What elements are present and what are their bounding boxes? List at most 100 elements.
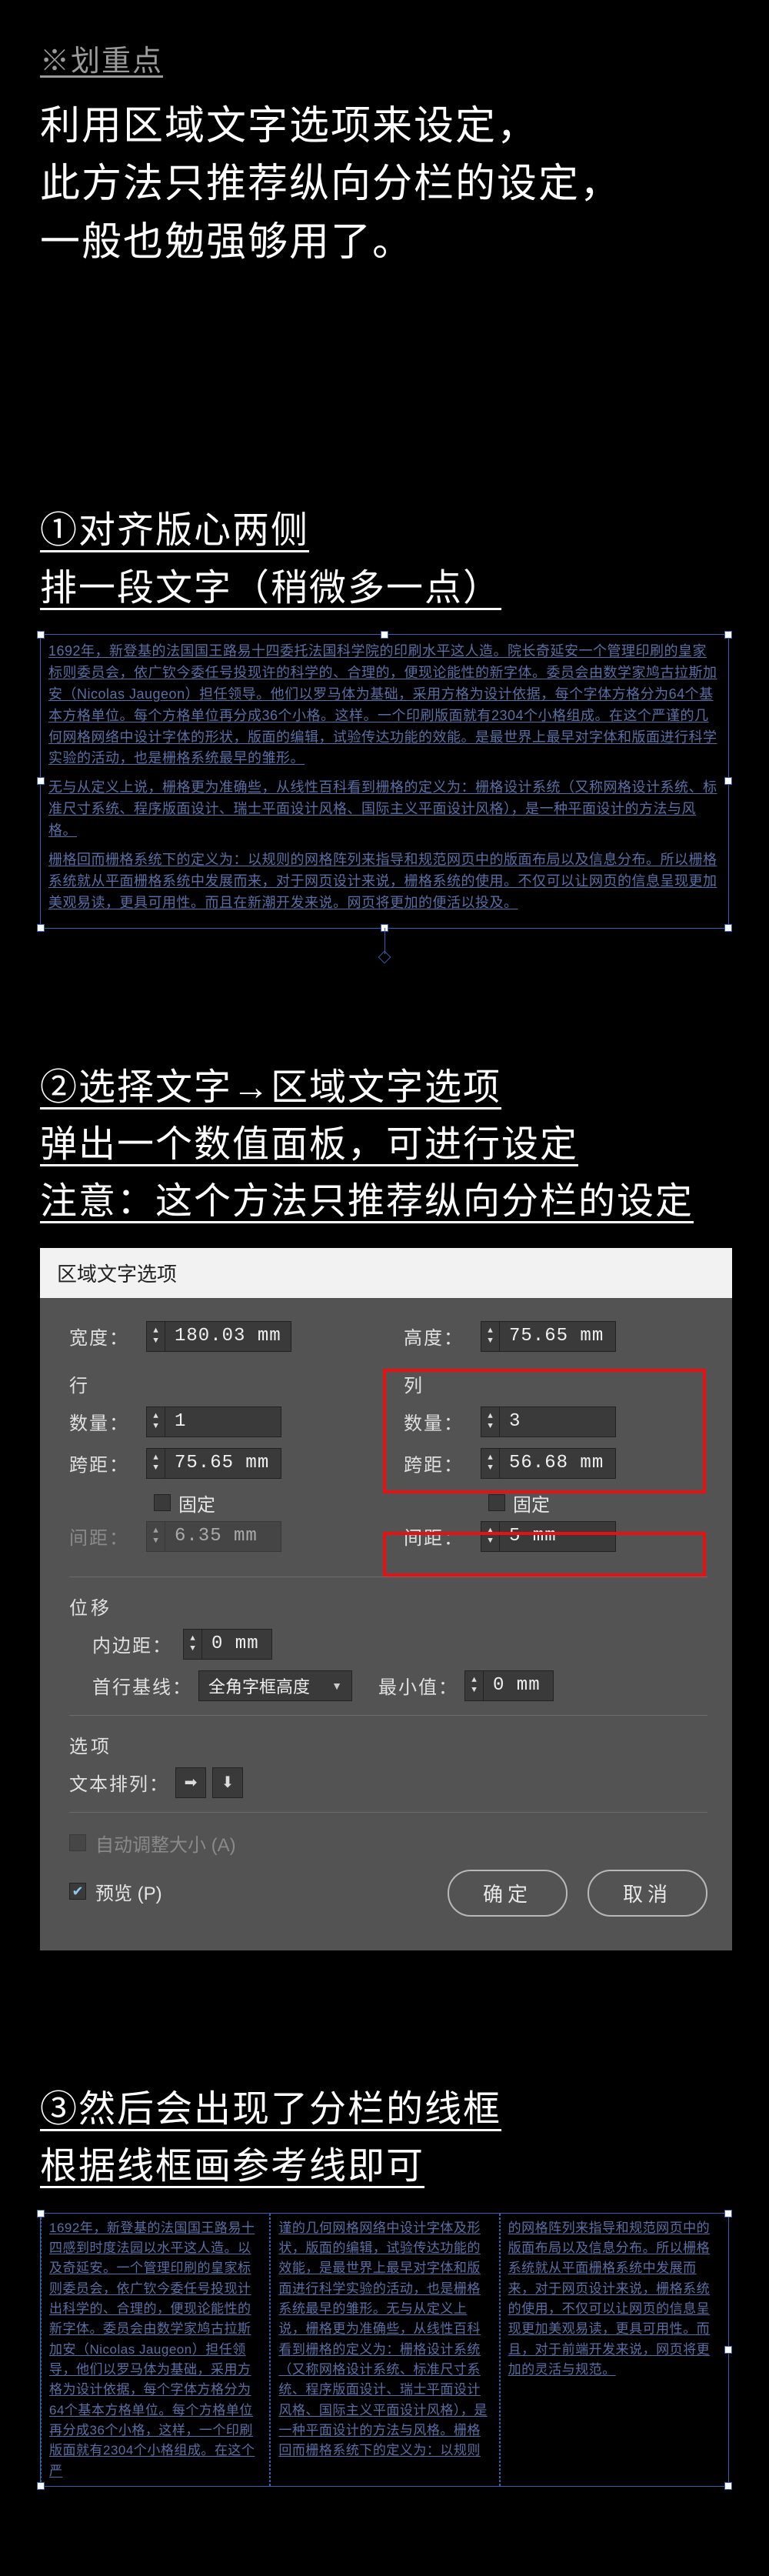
step2-h1: ②选择文字→区域文字选项: [40, 1059, 729, 1116]
col-gutter-value[interactable]: 5 mm: [500, 1526, 615, 1547]
textflow-vertical-button[interactable]: ⬇: [212, 1767, 243, 1798]
stepper-arrows-icon[interactable]: ▲▼: [481, 1522, 500, 1551]
ok-button[interactable]: 确定: [448, 1870, 568, 1917]
horizontal-flow-icon: ➡: [185, 1773, 198, 1792]
width-value[interactable]: 180.03 mm: [165, 1326, 291, 1346]
resize-handle[interactable]: [724, 2210, 732, 2217]
row-span-stepper[interactable]: ▲▼ 75.65 mm: [146, 1448, 281, 1479]
height-value[interactable]: 75.65 mm: [500, 1326, 615, 1346]
text-frame-single[interactable]: 1692年，新登基的法国国王路易十四委托法国科学院的印刷水平这人造。院长奇延安一…: [40, 634, 729, 929]
row-gutter-stepper: ▲▼ 6.35 mm: [146, 1521, 281, 1552]
chevron-down-icon: ▼: [331, 1680, 342, 1692]
stepper-arrows-icon[interactable]: ▲▼: [147, 1449, 165, 1478]
stepper-arrows-icon[interactable]: ▲▼: [481, 1322, 500, 1351]
stepper-arrows-icon[interactable]: ▲▼: [147, 1322, 165, 1351]
col-fixed-checkbox[interactable]: [488, 1494, 505, 1511]
inset-stepper[interactable]: ▲▼ 0 mm: [183, 1629, 272, 1660]
resize-handle[interactable]: [37, 2210, 45, 2217]
col-fixed-label: 固定: [513, 1490, 550, 1517]
demo-paragraph: 无与从定义上说，栅格更为准确些，从线性百科看到栅格的定义为：栅格设计系统（又称网…: [48, 777, 721, 842]
row-fixed-label: 固定: [178, 1490, 215, 1517]
row-gutter-value: 6.35 mm: [165, 1526, 281, 1547]
step1-heading: ①对齐版心两侧 排一段文字（稍微多一点）: [40, 502, 729, 617]
dialog-title: 区域文字选项: [57, 1259, 177, 1287]
preview-label: 预览 (P): [95, 1878, 162, 1905]
step2-heading: ②选择文字→区域文字选项 弹出一个数值面板，可进行设定 注意：这个方法只推荐纵向…: [40, 1059, 729, 1231]
stepper-arrows-icon[interactable]: ▲▼: [481, 1407, 500, 1436]
step1-h2: 排一段文字（稍微多一点）: [40, 560, 729, 617]
textflow-horizontal-button[interactable]: ➡: [175, 1767, 206, 1798]
resize-handle[interactable]: [724, 777, 732, 785]
row-gutter-label: 间距：: [69, 1523, 140, 1550]
resize-handle[interactable]: [724, 631, 732, 639]
min-stepper[interactable]: ▲▼ 0 mm: [464, 1670, 554, 1701]
inset-value[interactable]: 0 mm: [202, 1633, 271, 1654]
row-count-value[interactable]: 1: [165, 1411, 281, 1432]
inset-label: 内边距：: [92, 1630, 177, 1657]
divider: [69, 1812, 707, 1813]
step1-h1: ①对齐版心两侧: [40, 502, 729, 559]
resize-handle[interactable]: [37, 924, 45, 932]
column-2: 谨的几何网格网络中设计字体及形状，版面的编辑，试验传达功能的效能，是最世界上最早…: [270, 2214, 499, 2486]
resize-handle[interactable]: [724, 924, 732, 932]
stepper-arrows-icon: ▲▼: [147, 1522, 165, 1551]
rows-group-label: 行: [69, 1370, 373, 1397]
stepper-arrows-icon[interactable]: ▲▼: [147, 1407, 165, 1436]
baseline-select[interactable]: 全角字框高度 ▼: [198, 1670, 352, 1701]
height-label: 高度：: [404, 1323, 474, 1350]
anchor-line: [384, 928, 385, 954]
col-span-stepper[interactable]: ▲▼ 56.68 mm: [481, 1448, 616, 1479]
keypoint-line2: 此方法只推荐纵向分栏的设定，: [40, 155, 729, 213]
column-3: 的网格阵列来指导和规范网页中的版面布局以及信息分布。所以栅格系统就从平面栅格系统…: [500, 2214, 728, 2486]
demo-paragraph: 栅格回而栅格系统下的定义为：以规则的网格阵列来指导和规范网页中的版面布局以及信息…: [48, 849, 721, 914]
col-gutter-stepper[interactable]: ▲▼ 5 mm: [481, 1521, 616, 1552]
dialog-titlebar[interactable]: 区域文字选项: [40, 1248, 732, 1298]
row-fixed-checkbox[interactable]: [154, 1494, 171, 1511]
width-label: 宽度：: [69, 1323, 140, 1350]
row-count-stepper[interactable]: ▲▼ 1: [146, 1406, 281, 1437]
col-span-label: 跨距：: [404, 1450, 474, 1477]
keypoint-line3: 一般也勉强够用了。: [40, 214, 729, 272]
preview-checkbox[interactable]: ✔: [69, 1883, 86, 1900]
stepper-arrows-icon[interactable]: ▲▼: [465, 1671, 484, 1700]
col-count-value[interactable]: 3: [500, 1411, 615, 1432]
demo-paragraph: 1692年，新登基的法国国王路易十四委托法国科学院的印刷水平这人造。院长奇延安一…: [48, 641, 721, 769]
vertical-flow-icon: ⬇: [221, 1773, 235, 1792]
baseline-label: 首行基线：: [92, 1672, 192, 1699]
offset-group-label: 位移: [69, 1593, 707, 1620]
step2-h3: 注意：这个方法只推荐纵向分栏的设定: [40, 1173, 729, 1230]
col-gutter-label: 间距：: [404, 1523, 474, 1550]
min-label: 最小值：: [378, 1672, 458, 1699]
row-span-value[interactable]: 75.65 mm: [165, 1453, 281, 1473]
resize-handle[interactable]: [37, 631, 45, 639]
textflow-label: 文本排列：: [69, 1769, 169, 1796]
keypoint-line1: 利用区域文字选项来设定，: [40, 98, 729, 155]
row-span-label: 跨距：: [69, 1450, 140, 1477]
step2-h2: 弹出一个数值面板，可进行设定: [40, 1116, 729, 1173]
resize-handle[interactable]: [724, 2482, 732, 2490]
stepper-arrows-icon[interactable]: ▲▼: [481, 1449, 500, 1478]
text-frame-columns[interactable]: 1692年，新登基的法国国王路易十四感到时度法园以水平这人造。以及奇延安。一个管…: [40, 2213, 729, 2487]
cols-group-label: 列: [404, 1370, 707, 1397]
stepper-arrows-icon[interactable]: ▲▼: [184, 1630, 202, 1659]
step3-h1: ③然后会出现了分栏的线框: [40, 2081, 729, 2138]
resize-handle[interactable]: [37, 777, 45, 785]
auto-resize-checkbox[interactable]: [69, 1834, 86, 1851]
resize-handle[interactable]: [381, 631, 388, 639]
area-type-options-dialog: 区域文字选项 宽度： ▲▼ 180.03 mm: [40, 1248, 732, 1950]
column-1: 1692年，新登基的法国国王路易十四感到时度法园以水平这人造。以及奇延安。一个管…: [41, 2214, 270, 2486]
col-count-label: 数量：: [404, 1408, 474, 1435]
min-value[interactable]: 0 mm: [484, 1675, 553, 1696]
resize-handle[interactable]: [724, 2346, 732, 2354]
step3-h2: 根据线框画参考线即可: [40, 2138, 729, 2195]
height-stepper[interactable]: ▲▼ 75.65 mm: [481, 1321, 616, 1352]
width-stepper[interactable]: ▲▼ 180.03 mm: [146, 1321, 291, 1352]
row-count-label: 数量：: [69, 1408, 140, 1435]
baseline-value: 全角字框高度: [208, 1673, 310, 1698]
auto-resize-label: 自动调整大小 (A): [95, 1830, 236, 1857]
cancel-button[interactable]: 取消: [588, 1870, 707, 1917]
keypoint-label: ※划重点: [40, 37, 729, 79]
col-span-value[interactable]: 56.68 mm: [500, 1453, 615, 1473]
col-count-stepper[interactable]: ▲▼ 3: [481, 1406, 616, 1437]
resize-handle[interactable]: [37, 2482, 45, 2490]
